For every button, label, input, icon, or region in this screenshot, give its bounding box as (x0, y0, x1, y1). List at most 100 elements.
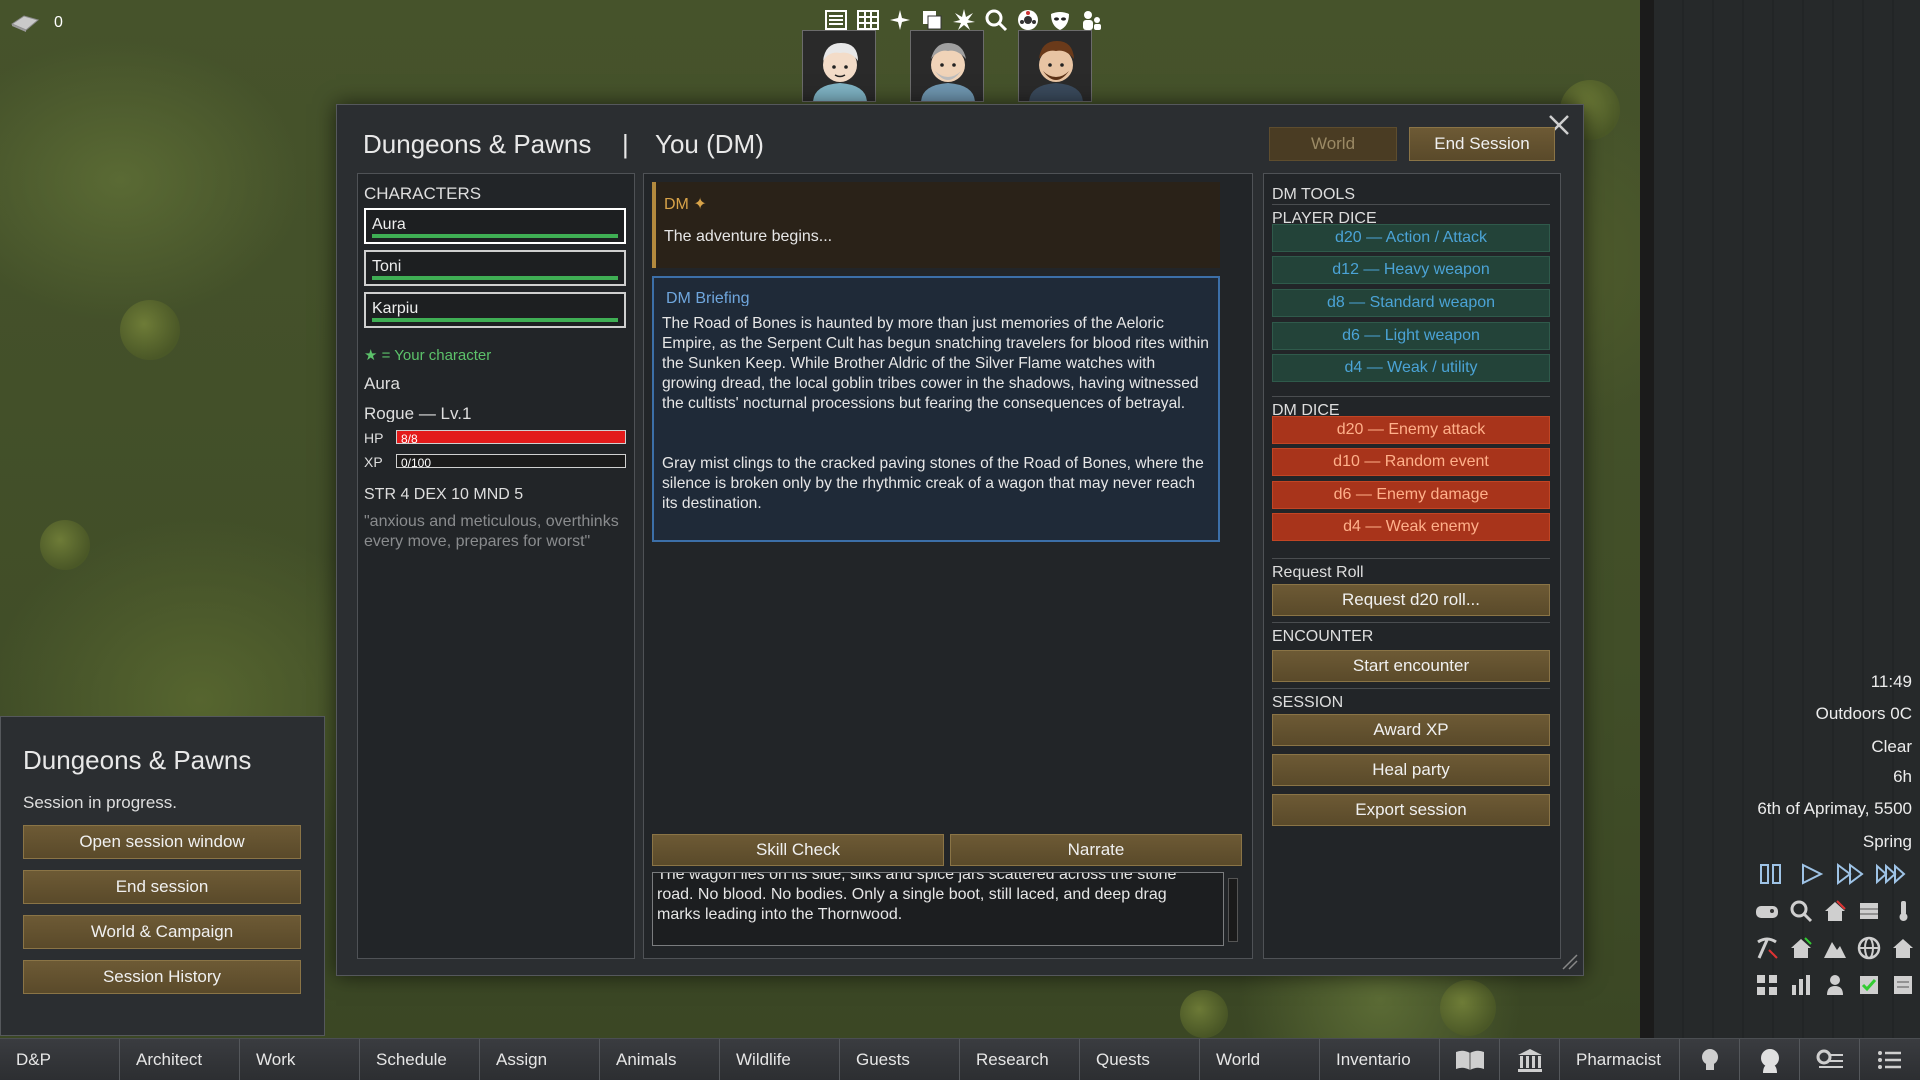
tab-factions[interactable] (1500, 1039, 1560, 1080)
clock-time: 11:49 (1870, 672, 1912, 691)
check-icon[interactable] (1854, 970, 1884, 1000)
tab-world[interactable]: World (1200, 1039, 1320, 1080)
health-bar (372, 318, 618, 322)
tab-animals[interactable]: Animals (600, 1039, 720, 1080)
colonist-portrait[interactable] (1018, 30, 1092, 102)
pause-icon[interactable] (1756, 862, 1786, 886)
speed-controls (1756, 862, 1906, 886)
end-session-button[interactable]: End Session (1409, 127, 1555, 161)
briefing-paragraph: Gray mist clings to the cracked paving s… (662, 455, 1204, 512)
health-bar (372, 276, 618, 280)
fast-icon[interactable] (1836, 862, 1866, 886)
narration-input[interactable]: The wagon lies on its side, silks and sp… (652, 872, 1224, 946)
list-icon[interactable] (822, 6, 849, 33)
temperature-icon[interactable] (1888, 896, 1918, 926)
character-card-aura[interactable]: Aura (364, 208, 626, 244)
tab-quests[interactable]: Quests (1080, 1039, 1200, 1080)
roll-d10-dm-button[interactable]: d10 — Random event (1272, 448, 1550, 476)
world-button[interactable]: World (1269, 127, 1397, 161)
chart-icon[interactable] (1786, 970, 1816, 1000)
character-quote: "anxious and meticulous, overthinks ever… (364, 513, 619, 550)
zoom-icon[interactable] (1786, 896, 1816, 926)
divider (1272, 622, 1550, 623)
home-icon[interactable] (1786, 933, 1816, 963)
tab-ideas[interactable] (1680, 1039, 1740, 1080)
character-card-toni[interactable]: Toni (364, 250, 626, 286)
resource-counter: 0 (10, 14, 63, 32)
magnifier-icon[interactable] (982, 6, 1009, 33)
globe-icon[interactable] (1854, 933, 1884, 963)
roll-d4-dm-button[interactable]: d4 — Weak enemy (1272, 513, 1550, 541)
award-xp-button[interactable]: Award XP (1272, 714, 1550, 746)
roll-d12-player-button[interactable]: d12 — Heavy weapon (1272, 256, 1550, 284)
tab-inventario[interactable]: Inventario (1320, 1039, 1440, 1080)
world-campaign-button[interactable]: World & Campaign (23, 915, 301, 949)
colonist-portrait[interactable] (910, 30, 984, 102)
tab-research[interactable]: Research (960, 1039, 1080, 1080)
tab-menu[interactable] (1800, 1039, 1860, 1080)
pickaxe-icon[interactable] (1752, 933, 1782, 963)
colonist-portrait[interactable] (802, 30, 876, 102)
window-title: Dungeons & Pawns (363, 129, 592, 159)
sparkle-icon[interactable] (886, 6, 913, 33)
book-icon (1455, 1050, 1484, 1070)
narrate-button[interactable]: Narrate (950, 834, 1242, 866)
burst-icon[interactable] (950, 6, 977, 33)
tab-assign[interactable]: Assign (480, 1039, 600, 1080)
start-encounter-button[interactable]: Start encounter (1272, 650, 1550, 682)
character-card-karpiu[interactable]: Karpiu (364, 292, 626, 328)
roll-d6-dm-button[interactable]: d6 — Enemy damage (1272, 481, 1550, 509)
tab-schedule[interactable]: Schedule (360, 1039, 480, 1080)
roll-d8-player-button[interactable]: d8 — Standard weapon (1272, 289, 1550, 317)
note-icon[interactable] (1888, 970, 1918, 1000)
heal-party-button[interactable]: Heal party (1272, 754, 1550, 786)
tab-wildlife[interactable]: Wildlife (720, 1039, 840, 1080)
session-window: Dungeons & Pawns | You (DM) World End Se… (336, 104, 1584, 976)
title-separator: | (622, 129, 629, 159)
mask-icon[interactable] (1046, 6, 1073, 33)
dp-mini-panel: Dungeons & Pawns Session in progress. Op… (0, 716, 325, 1036)
grid-icon[interactable] (854, 6, 881, 33)
people-icon[interactable] (1078, 6, 1105, 33)
colonist-bar (802, 30, 1092, 102)
xp-value: 0/100 (401, 456, 432, 468)
tab-pharmacist[interactable]: Pharmacist (1560, 1039, 1680, 1080)
temperature-readout: Outdoors 0C (1815, 704, 1912, 723)
export-session-button[interactable]: Export session (1272, 794, 1550, 826)
session-history-button[interactable]: Session History (23, 960, 301, 994)
play-icon[interactable] (1796, 862, 1826, 886)
roll-d4-player-button[interactable]: d4 — Weak / utility (1272, 354, 1550, 382)
tab-architect[interactable]: Architect (120, 1039, 240, 1080)
head-icon (1760, 1049, 1779, 1073)
tab-dp[interactable]: D&P (0, 1039, 120, 1080)
roll-d20-dm-button[interactable]: d20 — Enemy attack (1272, 416, 1550, 444)
character-stats: STR 4 DEX 10 MND 5 (364, 486, 524, 503)
tab-guests[interactable]: Guests (840, 1039, 960, 1080)
tab-work[interactable]: Work (240, 1039, 360, 1080)
tab-list[interactable] (1860, 1039, 1920, 1080)
skill-check-button[interactable]: Skill Check (652, 834, 944, 866)
selected-character-name: Aura (364, 374, 400, 393)
top-toolbar (822, 6, 1105, 33)
hp-row: HP 8/8 (364, 430, 626, 444)
mountain-icon[interactable] (1820, 933, 1850, 963)
tree (120, 300, 180, 360)
tab-book[interactable] (1440, 1039, 1500, 1080)
request-roll-button[interactable]: Request d20 roll... (1272, 584, 1550, 616)
pawn-icon[interactable] (1820, 970, 1850, 1000)
roll-d20-player-button[interactable]: d20 — Action / Attack (1272, 224, 1550, 252)
resize-handle-icon[interactable] (1559, 951, 1579, 971)
zone-icon[interactable] (1854, 896, 1884, 926)
roll-d6-player-button[interactable]: d6 — Light weapon (1272, 322, 1550, 350)
copy-icon[interactable] (918, 6, 945, 33)
roof-icon[interactable] (1820, 896, 1850, 926)
gamepad-icon[interactable] (1752, 896, 1782, 926)
end-session-button-mini[interactable]: End session (23, 870, 301, 904)
house-icon[interactable] (1888, 933, 1918, 963)
superfast-icon[interactable] (1876, 862, 1906, 886)
tab-ideology[interactable] (1740, 1039, 1800, 1080)
wheel-icon[interactable] (1014, 6, 1041, 33)
input-scrollbar[interactable] (1228, 878, 1238, 942)
open-session-window-button[interactable]: Open session window (23, 825, 301, 859)
grid-icon[interactable] (1752, 970, 1782, 1000)
